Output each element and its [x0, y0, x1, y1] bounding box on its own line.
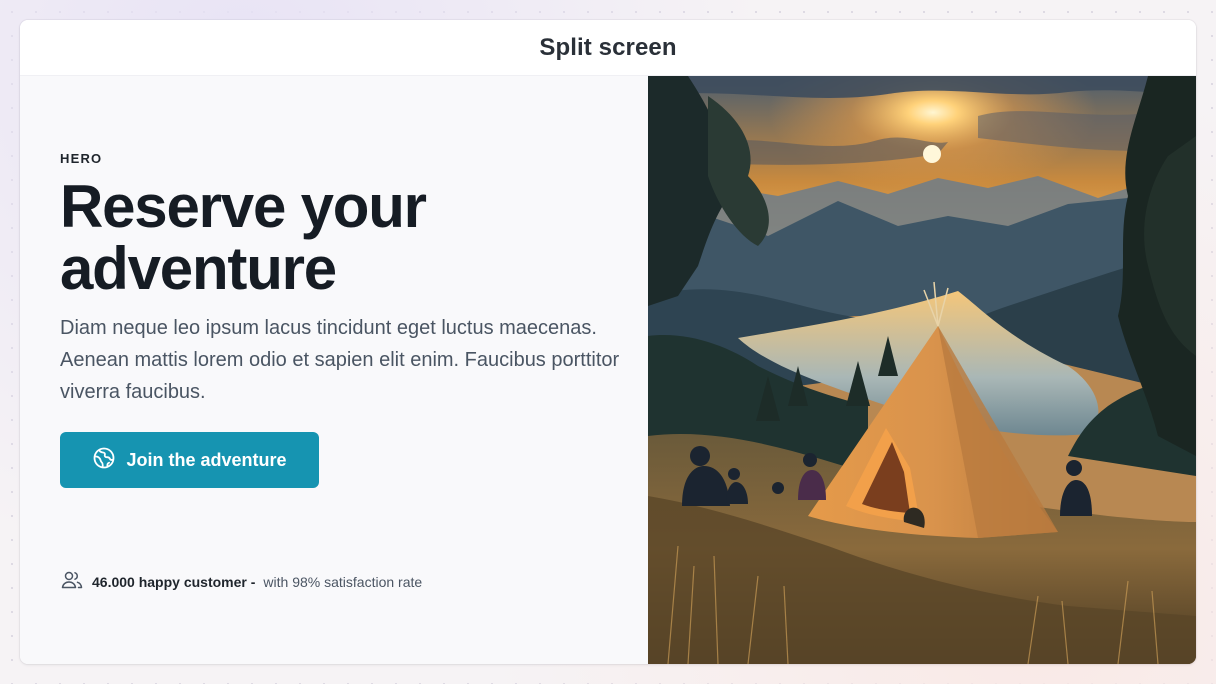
split-screen-hero: HERO Reserve your adventure Diam neque l…: [20, 76, 1196, 664]
hero-text-panel: HERO Reserve your adventure Diam neque l…: [20, 76, 648, 664]
users-icon: [60, 568, 84, 595]
hero-description: Diam neque leo ipsum lacus tincidunt ege…: [60, 317, 620, 403]
join-adventure-label: Join the adventure: [126, 449, 287, 470]
window-title: Split screen: [539, 33, 677, 61]
customer-count: 46.000 happy customer -: [92, 573, 256, 590]
join-adventure-button[interactable]: Join the adventure: [60, 432, 319, 488]
social-proof: 46.000 happy customer - with 98% satisfa…: [60, 568, 422, 595]
satisfaction-rate: with 98% satisfaction rate: [263, 573, 423, 590]
hero-image: [648, 76, 1196, 664]
window-frame: Split screen HERO Reserve your adventure…: [20, 20, 1196, 664]
window-titlebar: Split screen: [20, 20, 1196, 76]
hero-headline: Reserve your adventure: [60, 173, 427, 302]
globe-icon: [92, 446, 116, 475]
hero-eyebrow: HERO: [60, 151, 103, 166]
